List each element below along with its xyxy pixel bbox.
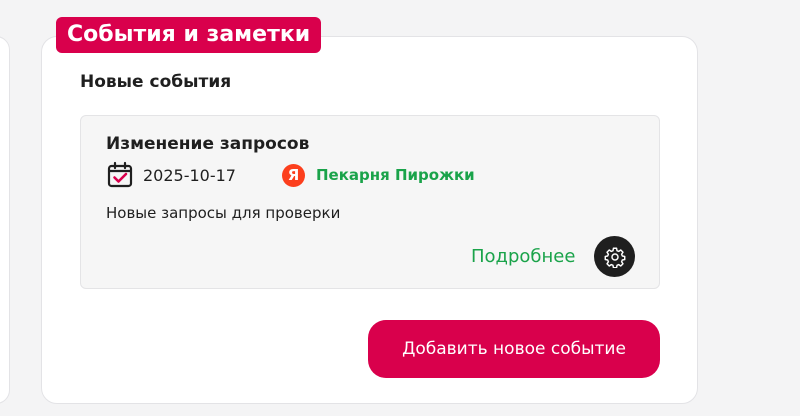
adjacent-card-edge bbox=[0, 36, 10, 404]
event-description: Новые запросы для проверки bbox=[106, 204, 341, 222]
yandex-logo-icon: Я bbox=[281, 163, 305, 187]
event-card: Изменение запросов 2025-10-17 Я Пекарня … bbox=[80, 115, 660, 289]
add-event-button[interactable]: Добавить новое событие bbox=[368, 320, 660, 378]
section-title: Новые события bbox=[80, 72, 232, 92]
event-title: Изменение запросов bbox=[106, 134, 310, 154]
details-link[interactable]: Подробнее bbox=[471, 246, 575, 267]
settings-button[interactable] bbox=[594, 236, 635, 277]
gear-icon bbox=[604, 247, 625, 268]
calendar-check-icon bbox=[107, 161, 133, 188]
event-meta: 2025-10-17 Я Пекарня Пирожки bbox=[106, 161, 475, 189]
event-date: 2025-10-17 bbox=[143, 165, 236, 185]
event-source-name: Пекарня Пирожки bbox=[315, 166, 475, 184]
panel-tag: События и заметки bbox=[56, 17, 322, 53]
